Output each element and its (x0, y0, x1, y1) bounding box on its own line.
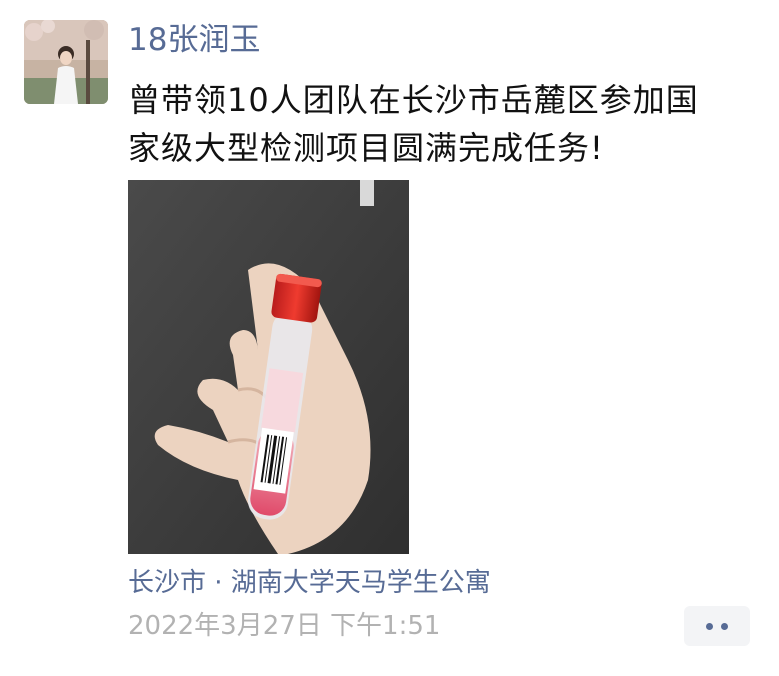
moments-post: 18张润玉 曾带领10人团队在长沙市岳麓区参加国 家级大型检测项目圆满完成任务! (0, 0, 779, 676)
post-timestamp: 2022年3月27日 下午1:51 (128, 611, 441, 641)
post-photo[interactable] (128, 180, 409, 554)
more-actions-button[interactable] (684, 606, 750, 646)
avatar-photo (24, 20, 108, 104)
post-text-line-2: 家级大型检测项目圆满完成任务! (128, 129, 604, 167)
post-location[interactable]: 长沙市 · 湖南大学天马学生公寓 (128, 563, 491, 603)
avatar[interactable] (24, 20, 108, 104)
post-text-line-1: 曾带领10人团队在长沙市岳麓区参加国 (128, 81, 699, 119)
username[interactable]: 18张润玉 (128, 18, 260, 62)
more-dots-icon (702, 622, 732, 630)
test-tube-photo (128, 180, 409, 554)
post-text: 曾带领10人团队在长沙市岳麓区参加国 家级大型检测项目圆满完成任务! (128, 76, 758, 172)
